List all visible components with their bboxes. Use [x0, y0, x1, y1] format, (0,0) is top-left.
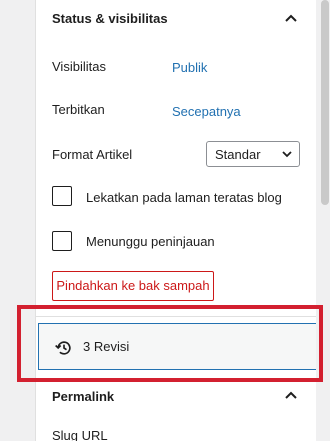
divider — [36, 378, 316, 379]
publish-link[interactable]: Secepatnya — [172, 104, 241, 119]
format-select[interactable]: Standar — [206, 141, 300, 167]
status-section-title[interactable]: Status & visibilitas — [52, 11, 168, 26]
pending-review-label[interactable]: Menunggu peninjauan — [86, 234, 215, 249]
move-to-trash-button[interactable]: Pindahkan ke bak sampah — [52, 271, 214, 301]
document-settings-panel: Status & visibilitas Visibilitas Publik … — [35, 0, 316, 441]
format-select-value: Standar — [215, 147, 261, 162]
revisions-button[interactable]: 3 Revisi — [38, 323, 316, 370]
permalink-section-title[interactable]: Permalink — [52, 389, 114, 404]
format-label: Format Artikel — [52, 147, 133, 162]
revisions-label: 3 Revisi — [83, 339, 130, 354]
slug-url-label: Slug URL — [52, 428, 108, 441]
divider — [36, 316, 316, 317]
chevron-up-icon[interactable] — [284, 390, 298, 400]
history-icon — [55, 341, 71, 355]
sticky-checkbox[interactable] — [52, 186, 72, 206]
sticky-label[interactable]: Lekatkan pada laman teratas blog — [86, 190, 282, 205]
chevron-up-icon[interactable] — [284, 13, 298, 23]
chevron-down-icon — [282, 151, 292, 158]
visibility-label: Visibilitas — [52, 59, 106, 74]
publish-label: Terbitkan — [52, 102, 105, 117]
scrollbar-thumb[interactable] — [321, 0, 329, 205]
visibility-link[interactable]: Publik — [172, 60, 207, 75]
pending-review-checkbox[interactable] — [52, 231, 72, 251]
